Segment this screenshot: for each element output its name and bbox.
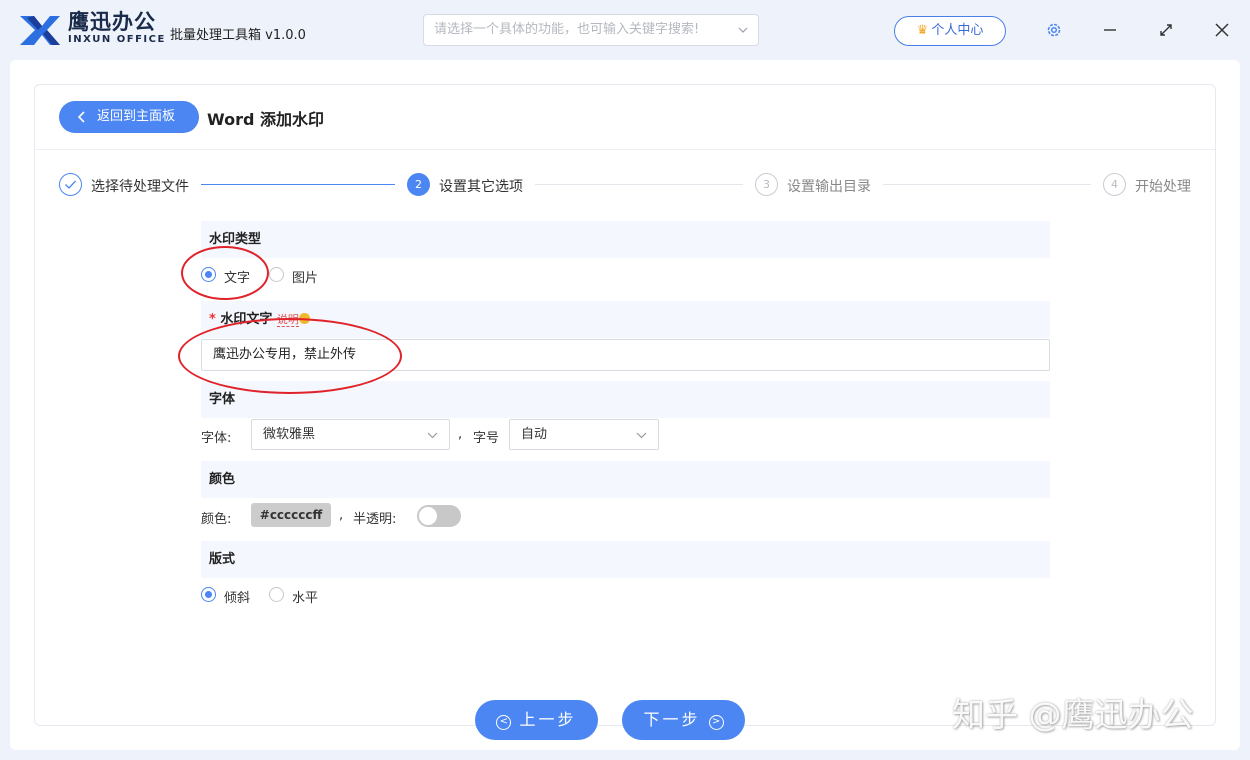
logo-mark bbox=[20, 16, 60, 45]
close-icon[interactable] bbox=[1212, 20, 1232, 40]
step-1-label: 选择待处理文件 bbox=[91, 179, 189, 195]
logo-subtitle: INXUN OFFICE bbox=[68, 34, 166, 45]
font-family-value: 微软雅黑 bbox=[263, 427, 316, 442]
color-picker[interactable]: #ccccccff bbox=[251, 503, 331, 527]
font-size-label: 字号 bbox=[473, 431, 500, 446]
font-size-value: 自动 bbox=[521, 427, 548, 442]
annotation-circle-text bbox=[178, 318, 402, 394]
gear-icon[interactable] bbox=[1044, 20, 1064, 40]
header-divider bbox=[35, 149, 1215, 150]
layout-heading: 版式 bbox=[201, 541, 1050, 578]
next-step-label: 下一步 bbox=[643, 710, 701, 729]
search-placeholder: 请选择一个具体的功能，也可输入关键字搜索! bbox=[434, 22, 700, 37]
radio-horizontal-label[interactable]: 水平 bbox=[292, 587, 318, 606]
logo-text: 鹰迅办公 INXUN OFFICE bbox=[68, 10, 166, 46]
step-3-number: 3 bbox=[755, 173, 778, 196]
radio-slanted[interactable] bbox=[201, 587, 216, 602]
step-2-label: 设置其它选项 bbox=[439, 179, 523, 195]
logo-name: 鹰迅办公 bbox=[68, 10, 156, 34]
back-to-main-button[interactable]: 返回到主面板 bbox=[59, 101, 199, 133]
translucent-label: 半透明: bbox=[353, 512, 397, 527]
app-name: 批量处理工具箱 v1.0.0 bbox=[170, 28, 306, 43]
user-center-button[interactable]: ♛ 个人中心 bbox=[894, 16, 1006, 46]
arrow-left-circle-icon: < bbox=[496, 715, 512, 730]
watermark-type-heading: 水印类型 bbox=[201, 221, 1050, 258]
prev-step-label: 上一步 bbox=[519, 710, 577, 729]
font-family-label: 字体: bbox=[201, 431, 232, 446]
color-heading: 颜色 bbox=[201, 461, 1050, 498]
step-4-label: 开始处理 bbox=[1135, 179, 1191, 195]
step-connector-1 bbox=[201, 184, 395, 185]
prev-step-button[interactable]: < 上一步 bbox=[475, 700, 598, 740]
page-title: Word 添加水印 bbox=[207, 110, 324, 129]
maximize-icon[interactable] bbox=[1156, 20, 1176, 40]
search-input[interactable]: 请选择一个具体的功能，也可输入关键字搜索! bbox=[423, 14, 759, 46]
step-connector-2 bbox=[535, 184, 743, 185]
chevron-left-icon bbox=[77, 111, 85, 123]
step-connector-3 bbox=[883, 184, 1091, 185]
color-label: 颜色: bbox=[201, 512, 232, 527]
translucent-toggle[interactable] bbox=[417, 505, 461, 527]
step-4-number: 4 bbox=[1103, 173, 1126, 196]
arrow-right-circle-icon: > bbox=[708, 715, 724, 730]
minimize-icon[interactable] bbox=[1100, 20, 1120, 40]
step-2-number: 2 bbox=[407, 173, 430, 196]
crown-icon: ♛ bbox=[916, 23, 929, 38]
annotation-circle-type bbox=[181, 246, 269, 300]
chevron-down-icon[interactable] bbox=[738, 25, 748, 35]
font-size-select[interactable]: 自动 bbox=[509, 419, 659, 450]
radio-horizontal[interactable] bbox=[269, 587, 284, 602]
chevron-down-icon bbox=[427, 432, 438, 439]
zhihu-watermark: 知乎 @鹰迅办公 bbox=[952, 695, 1194, 734]
required-mark: * bbox=[209, 312, 216, 327]
step-3-label: 设置输出目录 bbox=[787, 179, 871, 195]
user-center-label: 个人中心 bbox=[931, 23, 984, 38]
back-label: 返回到主面板 bbox=[97, 109, 176, 124]
font-separator: , bbox=[458, 427, 463, 442]
radio-image[interactable] bbox=[269, 267, 284, 282]
chevron-down-icon bbox=[636, 432, 647, 439]
radio-slanted-label[interactable]: 倾斜 bbox=[224, 587, 250, 606]
color-separator: , bbox=[339, 508, 344, 523]
next-step-button[interactable]: 下一步 > bbox=[622, 700, 745, 740]
radio-image-label[interactable]: 图片 bbox=[292, 267, 318, 286]
font-family-select[interactable]: 微软雅黑 bbox=[251, 419, 450, 450]
step-1-check-icon bbox=[59, 173, 82, 196]
title-bar: 鹰迅办公 INXUN OFFICE 批量处理工具箱 v1.0.0 请选择一个具体… bbox=[0, 0, 1250, 60]
